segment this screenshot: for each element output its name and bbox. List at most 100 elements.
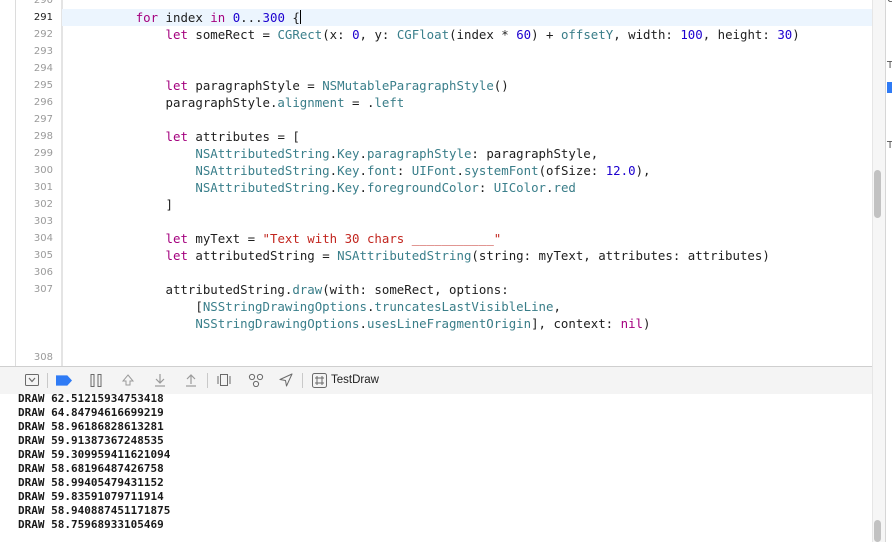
line-number[interactable]: 291 [16,12,53,23]
code-token: 12.0 [605,163,636,178]
line-number[interactable]: 296 [16,97,53,108]
code-token: 300 [262,10,285,25]
code-token: offsetY [560,27,614,42]
console-output-line: DRAW 58.75968933105469 [18,518,164,531]
console-output-line: DRAW 64.84794616699219 [18,406,164,419]
code-token: NSAttributedString [195,180,330,195]
code-token: red [553,180,576,195]
code-token: let [165,231,188,246]
line-number[interactable]: 306 [16,267,53,278]
line-number[interactable]: 299 [16,148,53,159]
line-number[interactable]: 300 [16,165,53,176]
checkbox-icon[interactable] [887,82,892,93]
target-label[interactable]: TestDraw [331,374,379,386]
pause-icon[interactable] [88,372,104,388]
text-cursor [299,10,301,24]
code-line[interactable]: NSStringDrawingOptions.usesLineFragmentO… [76,316,650,331]
code-token: paragraphStyle [366,146,472,161]
code-token: let [165,129,188,144]
code-line[interactable]: NSAttributedString.Key.font: UIFont.syst… [76,163,650,178]
code-token: (index * [449,27,517,42]
code-line[interactable]: attributedString.draw(with: someRect, op… [76,282,509,297]
inspector-glyph: T [887,60,892,71]
step-out-icon[interactable] [183,372,199,388]
line-number[interactable]: 297 [16,114,53,125]
breakpoints-icon[interactable] [56,372,72,388]
code-token: NSStringDrawingOptions [202,299,367,314]
code-line[interactable]: let someRect = CGRect(x: 0, y: CGFloat(i… [76,27,800,42]
line-number[interactable]: 305 [16,250,53,261]
code-line[interactable]: let attributes = [ [76,129,300,144]
code-folding-ribbon[interactable] [61,0,63,366]
code-token: [ [76,299,203,314]
step-over-icon[interactable] [120,372,136,388]
line-number[interactable]: 304 [16,233,53,244]
code-token: index [158,10,211,25]
step-into-icon[interactable] [152,372,168,388]
line-number[interactable]: 303 [16,216,53,227]
code-token: . [359,163,367,178]
debug-toolbar: TestDraw [0,366,872,395]
code-token: (with: someRect, options: [322,282,509,297]
code-token: = . [344,95,375,110]
code-token: 0 [352,27,360,42]
code-token: UIColor [493,180,547,195]
debug-console[interactable]: DRAW 62.51215934753418 DRAW 64.8479461669… [0,394,872,542]
simulate-location-icon[interactable] [278,372,294,388]
line-number[interactable]: 308 [16,352,53,363]
code-token: . [329,180,338,195]
code-token: : [396,163,412,178]
target-icon[interactable] [311,372,327,388]
code-token: alignment [277,95,345,110]
line-number[interactable]: 302 [16,199,53,210]
console-output-line: DRAW 62.51215934753418 [18,394,164,405]
code-line[interactable]: ] [76,197,173,212]
debug-view-hierarchy-icon[interactable] [216,372,232,388]
line-number[interactable]: 290 [16,0,53,6]
line-number[interactable]: 294 [16,63,53,74]
hide-debug-area-icon[interactable] [24,372,40,388]
code-token: . [359,316,367,331]
code-token: truncatesLastVisibleLine [374,299,554,314]
code-token: ] [76,197,173,212]
code-token: let [165,78,188,93]
memory-graph-icon[interactable] [248,372,264,388]
line-number[interactable]: 293 [16,46,53,57]
code-token: . [359,180,367,195]
code-line[interactable]: let attributedString = NSAttributedStrin… [76,248,770,263]
code-line[interactable]: paragraphStyle.alignment = .left [76,95,405,110]
code-token: systemFont [463,163,539,178]
code-token: , y: [359,27,397,42]
code-line[interactable]: NSAttributedString.Key.foregroundColor: … [76,180,576,195]
console-scroll-thumb[interactable] [874,520,881,542]
code-line[interactable]: let paragraphStyle = NSMutableParagraphS… [76,78,509,93]
code-token: ) [792,27,800,42]
line-number[interactable]: 301 [16,182,53,193]
editor-scroll-thumb[interactable] [874,170,881,218]
code-line[interactable]: NSAttributedString.Key.paragraphStyle: p… [76,146,598,161]
console-output-line: DRAW 58.96186828613281 [18,420,164,433]
line-number[interactable]: 298 [16,131,53,142]
inspector-glyph: C [887,0,892,5]
code-line[interactable]: [NSStringDrawingOptions.truncatesLastVis… [76,299,561,314]
console-output-line: DRAW 58.99405479431152 [18,476,164,489]
code-editor[interactable]: 290 291 for index in 0...300 { 292 let som… [0,0,872,366]
code-token: 100 [680,27,703,42]
line-number[interactable]: 295 [16,80,53,91]
code-line[interactable]: for index in 0...300 { [76,10,301,25]
toolbar-separator [47,373,48,388]
code-token: : [478,180,494,195]
code-line[interactable]: let myText = "Text with 30 chars _______… [76,231,502,246]
line-number[interactable]: 307 [16,284,53,295]
code-token: Key [337,180,360,195]
code-token: let [165,248,188,263]
code-token: ... [240,10,263,25]
code-token: let [165,27,188,42]
line-number[interactable]: 292 [16,29,53,40]
console-output-line: DRAW 59.309959411621094 [18,448,171,461]
